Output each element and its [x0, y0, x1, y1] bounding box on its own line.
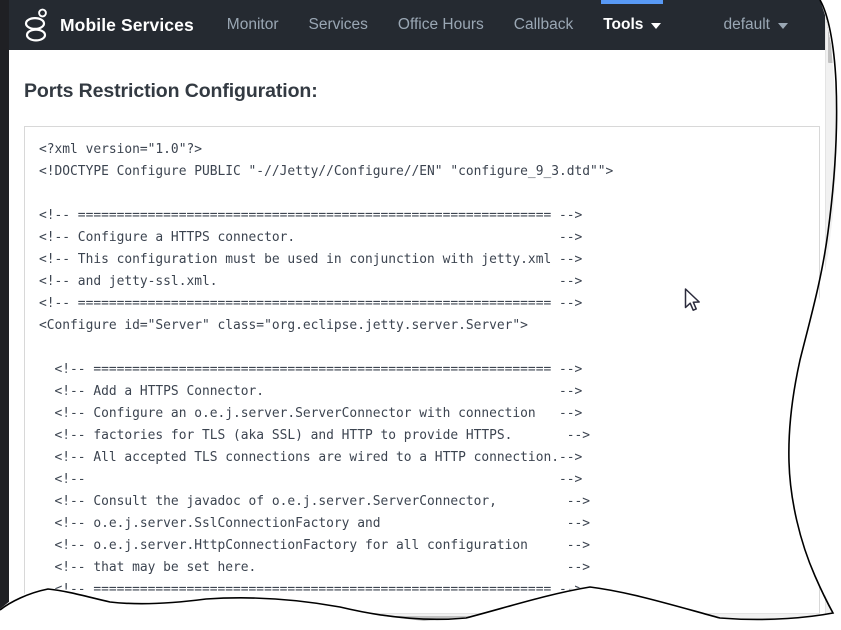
brand[interactable]: Mobile Services [21, 8, 194, 42]
config-code-text: <?xml version="1.0"?> <!DOCTYPE Configur… [39, 142, 614, 619]
vertical-scrollbar[interactable] [825, 0, 836, 621]
vertical-scrollbar-thumb[interactable] [828, 3, 836, 63]
horizontal-scrollbar[interactable] [24, 613, 820, 621]
nav-item-monitor[interactable]: Monitor [212, 0, 294, 50]
torn-paper-clip: Mobile Services Monitor Services Office … [0, 0, 836, 621]
horizontal-scrollbar-thumb[interactable] [204, 616, 594, 621]
mobile-services-logo-icon [24, 8, 47, 42]
nav-item-services[interactable]: Services [293, 0, 382, 50]
nav-item-callback[interactable]: Callback [499, 0, 588, 50]
nav-item-label: Monitor [226, 16, 279, 33]
browser-window: Mobile Services Monitor Services Office … [0, 0, 836, 621]
config-code-panel[interactable]: <?xml version="1.0"?> <!DOCTYPE Configur… [24, 126, 820, 621]
brand-name: Mobile Services [60, 14, 194, 35]
nav-links: Monitor Services Office Hours Callback T… [212, 0, 677, 50]
nav-item-label: Services [308, 16, 368, 33]
top-navbar: Mobile Services Monitor Services Office … [9, 0, 836, 50]
page-content: Ports Restriction Configuration: <?xml v… [9, 50, 836, 621]
chevron-down-icon [778, 23, 788, 29]
nav-item-label: Callback [513, 16, 574, 33]
nav-right: default [717, 16, 836, 34]
nav-item-office-hours[interactable]: Office Hours [383, 0, 499, 50]
chevron-down-icon [651, 23, 662, 29]
nav-item-tools[interactable]: Tools [588, 0, 676, 50]
nav-item-label: Office Hours [397, 16, 484, 33]
account-selector-label: default [723, 16, 770, 33]
nav-item-label: Tools [603, 16, 644, 33]
screenshot-root: Mobile Services Monitor Services Office … [0, 0, 841, 630]
page-title: Ports Restriction Configuration: [24, 80, 318, 102]
account-selector[interactable]: default [717, 16, 794, 34]
